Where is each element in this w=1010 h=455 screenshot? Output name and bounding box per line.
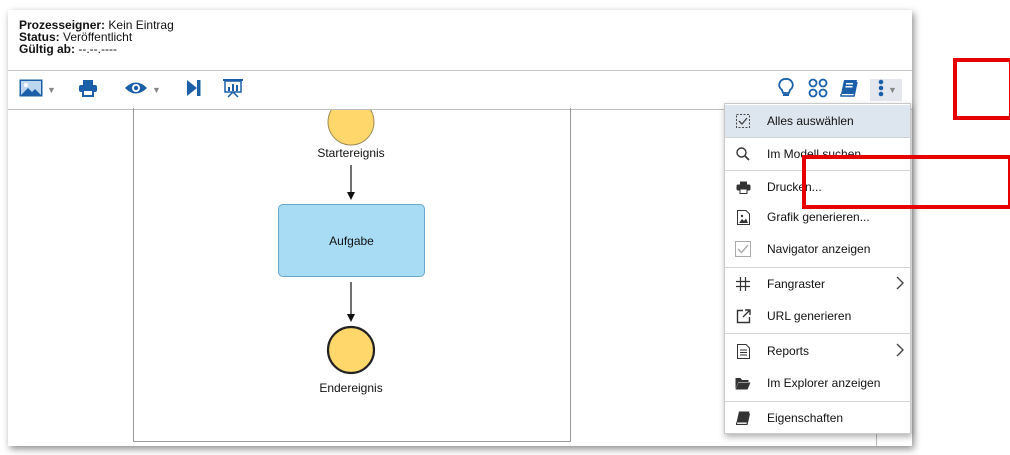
menu-divider — [725, 333, 910, 334]
print-button[interactable] — [78, 79, 98, 101]
highlight-frame-menu — [953, 58, 1010, 120]
menu-item-label: URL generieren — [767, 309, 852, 323]
start-event — [327, 110, 375, 146]
process-info: Prozesseigner: Kein Eintrag Status: Verö… — [19, 19, 174, 55]
grid-icon — [725, 277, 761, 291]
chevron-down-icon: ▼ — [152, 85, 161, 95]
menu-item-select-all[interactable]: Alles auswählen — [725, 105, 910, 137]
task-label: Aufgabe — [329, 233, 374, 248]
menu-item-show-in-explorer[interactable]: Im Explorer anzeigen — [725, 367, 910, 399]
menu-item-reports[interactable]: Reports — [725, 335, 910, 367]
view-icon — [124, 79, 148, 102]
end-event — [326, 325, 376, 375]
view-button[interactable]: ▼ — [124, 79, 161, 101]
image-icon — [19, 79, 43, 102]
checkbox-icon — [725, 241, 761, 257]
chevron-down-icon: ▼ — [888, 85, 897, 95]
document-icon — [725, 343, 761, 359]
end-event-label: Endereignis — [319, 381, 383, 395]
print-icon — [78, 79, 98, 102]
start-event-label: Startereignis — [317, 146, 385, 160]
lightbulb-icon — [778, 77, 794, 103]
presentation-button[interactable] — [222, 78, 244, 103]
menu-item-label: Alles auswählen — [767, 114, 854, 128]
modules-icon — [808, 78, 828, 103]
menu-item-label: Reports — [767, 344, 810, 358]
search-icon — [725, 147, 761, 161]
folder-icon — [725, 377, 761, 390]
menu-item-label: Grafik generieren... — [767, 210, 870, 224]
step-forward-icon — [186, 79, 202, 102]
menu-item-snap-grid[interactable]: Fangraster — [725, 268, 910, 300]
diagram-connectors — [326, 110, 376, 375]
print-icon — [725, 181, 761, 194]
menu-item-properties[interactable]: Eigenschaften — [725, 402, 910, 434]
valid-from-value: --.--.---- — [78, 42, 117, 56]
menu-item-generate-url[interactable]: URL generieren — [725, 300, 910, 332]
modules-button[interactable] — [808, 78, 828, 103]
chevron-right-icon — [896, 276, 904, 293]
menu-item-label: Im Explorer anzeigen — [767, 376, 881, 390]
chevron-right-icon — [896, 343, 904, 360]
select-all-icon — [725, 114, 761, 128]
book-icon — [725, 411, 761, 425]
menu-item-label: Navigator anzeigen — [767, 242, 871, 256]
more-menu-button[interactable]: ▼ — [870, 79, 902, 101]
context-menu: Alles auswählen Im Modell suchen Drucken… — [724, 103, 911, 434]
properties-button[interactable] — [840, 79, 858, 101]
chevron-down-icon: ▼ — [47, 85, 56, 95]
task-aufgabe[interactable]: Aufgabe — [278, 204, 425, 277]
step-forward-button[interactable] — [186, 79, 202, 101]
highlight-frame-print — [802, 155, 1010, 209]
external-link-icon — [725, 308, 761, 324]
presentation-icon — [222, 78, 244, 103]
menu-item-show-navigator[interactable]: Navigator anzeigen — [725, 233, 910, 265]
image-generate-icon — [725, 209, 761, 225]
valid-from-label: Gültig ab: — [19, 42, 75, 56]
menu-item-label: Fangraster — [767, 277, 826, 291]
more-vertical-icon — [878, 79, 884, 102]
properties-book-icon — [840, 79, 858, 102]
image-button[interactable]: ▼ — [19, 79, 56, 101]
hint-button[interactable] — [778, 77, 794, 103]
menu-item-label: Eigenschaften — [767, 411, 844, 425]
